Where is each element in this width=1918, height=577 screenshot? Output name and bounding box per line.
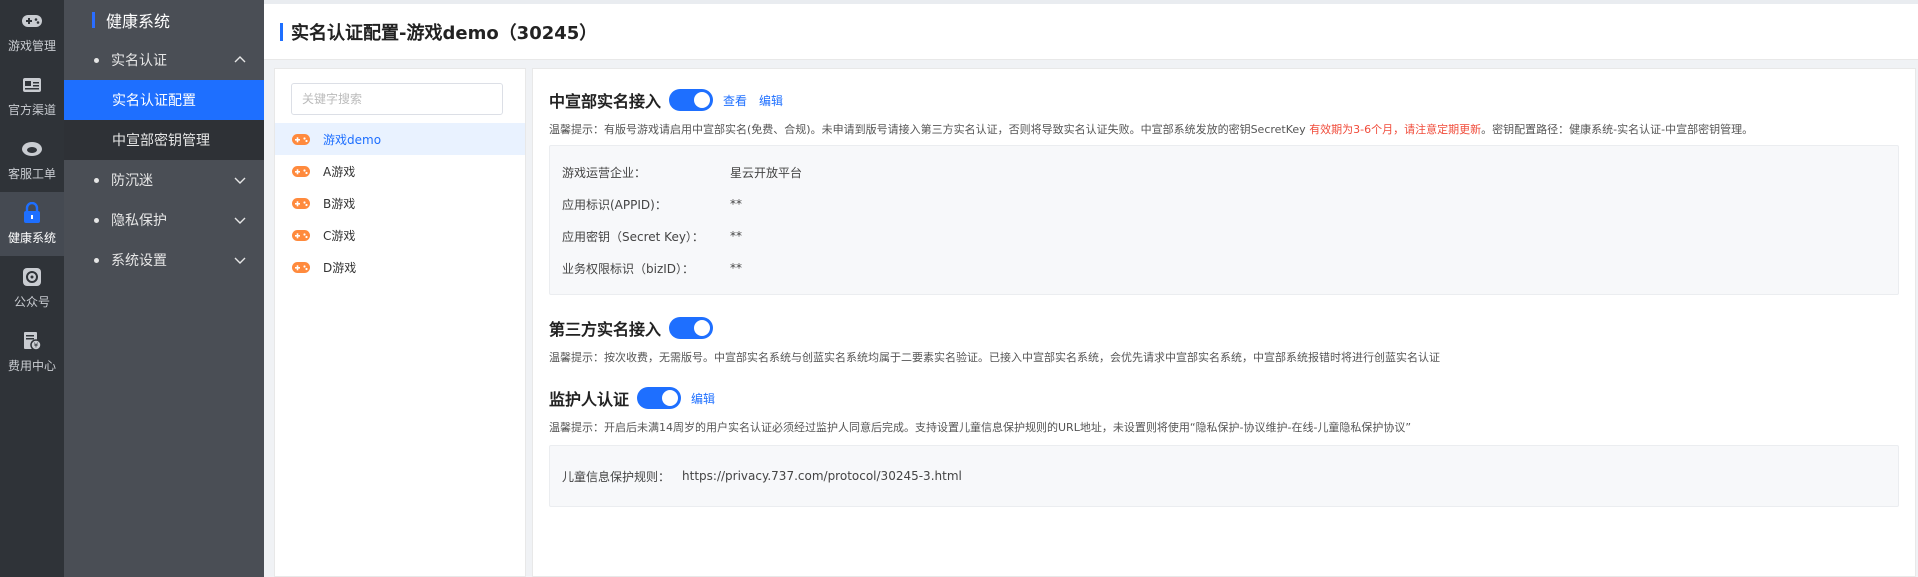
title-accent-bar bbox=[280, 22, 283, 41]
edit-link[interactable]: 编辑 bbox=[691, 390, 715, 407]
main-area: 实名认证配置-游戏demo（30245） 游戏demo A游戏 B游戏 C游戏 … bbox=[264, 0, 1918, 577]
gamepad-icon bbox=[292, 134, 310, 145]
menu-group-privacy[interactable]: 隐私保护 bbox=[64, 200, 264, 240]
lock-icon bbox=[21, 202, 43, 224]
section-title: 中宣部实名接入 bbox=[549, 92, 662, 111]
info-key: 游戏运营企业： bbox=[562, 165, 647, 180]
bullet-icon bbox=[94, 57, 99, 63]
bullet-icon bbox=[94, 217, 99, 223]
guardian-info-box: 儿童信息保护规则： https://privacy.737.com/protoc… bbox=[549, 445, 1899, 507]
secondary-menu: 健康系统 实名认证 实名认证配置 中宣部密钥管理 防沉迷 隐私保护 系统设置 bbox=[64, 0, 264, 577]
icon-rail: 游戏管理 官方渠道 客服工单 健康系统 公众号 ¥ 费用中心 bbox=[0, 0, 64, 577]
rail-label: 游戏管理 bbox=[7, 39, 56, 53]
chevron-down-icon bbox=[234, 217, 246, 224]
game-item[interactable]: 游戏demo bbox=[275, 123, 525, 155]
info-value: ** bbox=[730, 229, 742, 243]
rail-label: 健康系统 bbox=[7, 231, 56, 245]
chevron-down-icon bbox=[234, 257, 246, 264]
menu-group-label: 隐私保护 bbox=[111, 213, 167, 229]
gamepad-icon bbox=[292, 166, 310, 177]
bullet-icon bbox=[94, 177, 99, 183]
headset-icon bbox=[21, 138, 43, 160]
menu-title: 健康系统 bbox=[64, 0, 264, 40]
gamepad-icon bbox=[292, 230, 310, 241]
info-row: 业务权限标识（bizID）： ** bbox=[550, 252, 1898, 284]
info-row: 游戏运营企业： 星云开放平台 bbox=[550, 156, 1898, 188]
game-name: B游戏 bbox=[323, 196, 356, 211]
rail-label: 客服工单 bbox=[7, 167, 56, 181]
game-name: 游戏demo bbox=[323, 132, 382, 147]
section-third-header: 第三方实名接入 bbox=[549, 313, 1899, 343]
game-item[interactable]: C游戏 bbox=[275, 219, 525, 251]
rule-url: https://privacy.737.com/protocol/30245-3… bbox=[682, 469, 962, 483]
info-row: 应用密钥（Secret Key）： ** bbox=[550, 220, 1898, 252]
edit-link[interactable]: 编辑 bbox=[759, 92, 783, 109]
rail-item-game-management[interactable]: 游戏管理 bbox=[0, 0, 64, 64]
menu-group-system-settings[interactable]: 系统设置 bbox=[64, 240, 264, 280]
game-item[interactable]: D游戏 bbox=[275, 251, 525, 283]
info-value: 星云开放平台 bbox=[730, 165, 803, 180]
rail-label: 费用中心 bbox=[7, 359, 56, 373]
id-card-icon bbox=[21, 74, 43, 96]
wechat-icon bbox=[21, 266, 43, 288]
game-list-panel: 游戏demo A游戏 B游戏 C游戏 D游戏 bbox=[274, 68, 526, 577]
gamepad-icon bbox=[292, 262, 310, 273]
tip-text: 温馨提示：有版号游戏请启用中宣部实名(免费、合规)。未申请到版号请接入第三方实名… bbox=[549, 123, 1310, 136]
section-title: 第三方实名接入 bbox=[549, 320, 662, 339]
game-name: A游戏 bbox=[323, 164, 356, 179]
gamepad-icon bbox=[292, 198, 310, 209]
rail-item-official-channel[interactable]: 官方渠道 bbox=[0, 64, 64, 128]
menu-group-label: 系统设置 bbox=[111, 253, 167, 269]
zxb-info-box: 游戏运营企业： 星云开放平台 应用标识(APPID)： ** 应用密钥（Secret… bbox=[549, 145, 1899, 295]
page-title: 实名认证配置-游戏demo（30245） bbox=[291, 22, 598, 44]
info-key: 业务权限标识（bizID）： bbox=[562, 261, 695, 276]
third-party-toggle[interactable] bbox=[669, 317, 714, 339]
bullet-icon bbox=[94, 257, 99, 263]
svg-text:¥: ¥ bbox=[34, 342, 39, 350]
gamepad-icon bbox=[21, 10, 43, 32]
menu-sub-key-management[interactable]: 中宣部密钥管理 bbox=[64, 120, 264, 160]
game-name: C游戏 bbox=[323, 228, 356, 243]
rail-label: 官方渠道 bbox=[7, 103, 56, 117]
menu-group-label: 实名认证 bbox=[111, 53, 167, 69]
section-title: 监护人认证 bbox=[549, 390, 630, 409]
rail-item-billing-center[interactable]: ¥ 费用中心 bbox=[0, 320, 64, 384]
rail-item-official-account[interactable]: 公众号 bbox=[0, 256, 64, 320]
tip-warning: 有效期为3-6个月，请注意定期更新 bbox=[1309, 123, 1482, 136]
info-value: ** bbox=[730, 261, 742, 275]
chevron-up-icon bbox=[234, 56, 246, 63]
rail-item-service-ticket[interactable]: 客服工单 bbox=[0, 128, 64, 192]
search-input[interactable] bbox=[291, 83, 503, 115]
menu-group-real-name[interactable]: 实名认证 bbox=[64, 40, 264, 80]
info-row: 儿童信息保护规则： https://privacy.737.com/protoc… bbox=[550, 460, 1898, 492]
rail-item-health-system[interactable]: 健康系统 bbox=[0, 192, 64, 256]
page-header: 实名认证配置-游戏demo（30245） bbox=[264, 4, 1918, 60]
guardian-tip: 温馨提示：开启后未满14周岁的用户实名认证必须经过监护人同意后完成。支持设置儿童… bbox=[549, 421, 1412, 434]
game-name: D游戏 bbox=[323, 260, 357, 275]
info-key: 应用标识(APPID)： bbox=[562, 197, 667, 212]
zxb-tip: 温馨提示：有版号游戏请启用中宣部实名(免费、合规)。未申请到版号请接入第三方实名… bbox=[549, 121, 1899, 137]
game-item[interactable]: A游戏 bbox=[275, 155, 525, 187]
third-tip: 温馨提示：按次收费，无需版号。中宣部实名系统与创蓝实名系统均属于二要素实名验证。… bbox=[549, 351, 1440, 364]
game-item[interactable]: B游戏 bbox=[275, 187, 525, 219]
tip-text: 。密钥配置路径：健康系统-实名认证-中宣部密钥管理。 bbox=[1481, 123, 1754, 136]
guardian-toggle[interactable] bbox=[637, 387, 682, 409]
info-row: 应用标识(APPID)： ** bbox=[550, 188, 1898, 220]
config-content: 中宣部实名接入 查看 编辑 温馨提示：有版号游戏请启用中宣部实名(免费、合规)。… bbox=[532, 68, 1916, 577]
rail-label: 公众号 bbox=[13, 295, 50, 309]
section-guardian-header: 监护人认证 编辑 bbox=[549, 383, 1899, 413]
info-key: 应用密钥（Secret Key）： bbox=[562, 229, 704, 244]
chevron-down-icon bbox=[234, 177, 246, 184]
menu-group-anti-addiction[interactable]: 防沉迷 bbox=[64, 160, 264, 200]
view-link[interactable]: 查看 bbox=[723, 92, 747, 109]
menu-sub-real-name-config[interactable]: 实名认证配置 bbox=[64, 80, 264, 120]
bill-icon: ¥ bbox=[21, 330, 43, 352]
section-zxb-header: 中宣部实名接入 查看 编辑 bbox=[549, 85, 1899, 115]
info-value: ** bbox=[730, 197, 742, 211]
info-key: 儿童信息保护规则： bbox=[562, 469, 671, 484]
menu-group-label: 防沉迷 bbox=[111, 173, 153, 189]
zxb-toggle[interactable] bbox=[669, 89, 714, 111]
